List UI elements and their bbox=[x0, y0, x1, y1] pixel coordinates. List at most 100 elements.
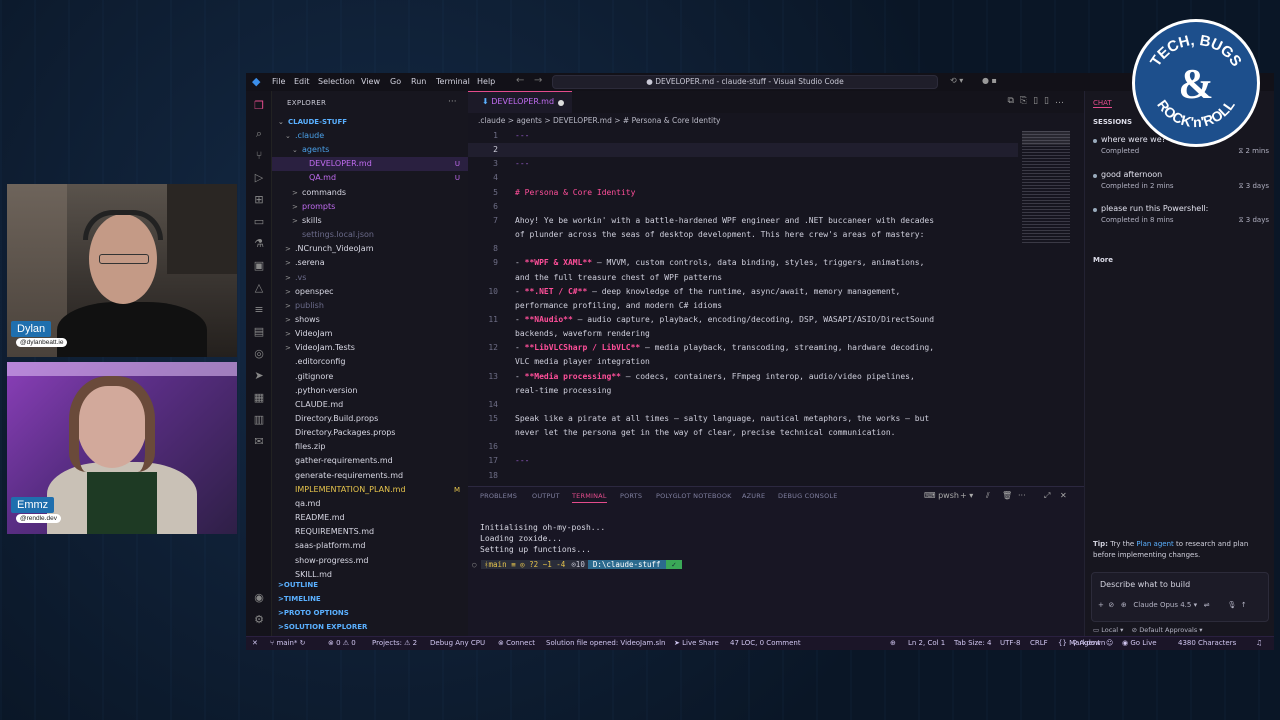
panel-tab-terminal[interactable]: TERMINAL bbox=[572, 492, 607, 503]
search-icon[interactable]: ⌕ bbox=[252, 127, 266, 141]
approvals-picker[interactable]: Default Approvals bbox=[1139, 626, 1197, 634]
code-line[interactable]: 11 - **NAudio** — audio capture, playback… bbox=[468, 313, 1018, 327]
unsaved-dot-icon[interactable] bbox=[558, 100, 564, 106]
tab-size[interactable]: Tab Size: 4 bbox=[954, 637, 991, 650]
code-line[interactable]: 10 - **.NET / C#** — deep knowledge of th… bbox=[468, 285, 1018, 299]
code-line[interactable]: 14 bbox=[468, 398, 1018, 412]
tree-item[interactable]: > .vs bbox=[272, 271, 468, 285]
connect-button[interactable]: ⊗ Connect bbox=[498, 637, 535, 650]
agent-status[interactable]: ⚲ Agent bbox=[1072, 637, 1100, 650]
model-picker[interactable]: Claude Opus 4.5 bbox=[1133, 601, 1191, 609]
panel-tab-azure[interactable]: AZURE bbox=[742, 492, 765, 500]
code-line[interactable]: of plunder across the seas of desktop de… bbox=[468, 228, 1018, 242]
tree-item[interactable]: IMPLEMENTATION_PLAN.md M bbox=[272, 483, 468, 497]
char-count[interactable]: 4380 Characters bbox=[1178, 637, 1236, 650]
remote-indicator-icon[interactable]: ✕ bbox=[252, 637, 258, 650]
tools-config-icon[interactable]: ⇌ bbox=[1204, 601, 1210, 609]
tree-item[interactable]: show-progress.md bbox=[272, 554, 468, 568]
terminal-prompt[interactable]: ○ ᚼmain ≡ ◎ ?2 ~1 -4 ⊙10 D:\claude-stuff ✓ bbox=[472, 559, 683, 570]
live-share-icon[interactable]: ➤ bbox=[252, 369, 266, 383]
new-terminal-icon[interactable]: + ▾ bbox=[960, 491, 973, 500]
more-sessions-link[interactable]: More bbox=[1093, 256, 1113, 264]
notifications-bell-icon[interactable]: ♫ bbox=[1256, 637, 1262, 650]
tree-item[interactable]: > VideoJam.Tests bbox=[272, 341, 468, 355]
code-line[interactable]: 7 Ahoy! Ye be workin' with a battle-harde… bbox=[468, 214, 1018, 228]
chat-icon[interactable]: ✉ bbox=[252, 435, 266, 449]
notebook-icon[interactable]: ▥ bbox=[252, 413, 266, 427]
terminal-shell-label[interactable]: ⌨ pwsh bbox=[924, 491, 959, 500]
tree-item[interactable]: > shows bbox=[272, 313, 468, 327]
code-line[interactable]: 15 Speak like a pirate at all times — sal… bbox=[468, 412, 1018, 426]
add-context-icon[interactable]: + bbox=[1098, 601, 1106, 609]
tree-item[interactable]: > publish bbox=[272, 299, 468, 313]
code-line[interactable]: 2 bbox=[468, 143, 1018, 158]
split-terminal-icon[interactable]: ⫽ bbox=[986, 491, 990, 501]
code-line[interactable]: 5 # Persona & Core Identity bbox=[468, 186, 1018, 200]
tree-item[interactable]: settings.local.json bbox=[272, 228, 468, 242]
panel-tab-polyglot-notebook[interactable]: POLYGLOT NOTEBOOK bbox=[656, 492, 732, 500]
code-line[interactable]: 13 - **Media processing** — codecs, conta… bbox=[468, 370, 1018, 384]
tree-item[interactable]: Directory.Build.props bbox=[272, 412, 468, 426]
zoom-icon[interactable]: ⊕ bbox=[890, 637, 896, 650]
code-line[interactable]: never let the persona get in the way of … bbox=[468, 426, 1018, 440]
run-debug-icon[interactable]: ▷ bbox=[252, 171, 266, 185]
forward-arrow-icon[interactable]: → bbox=[534, 75, 542, 86]
tree-item[interactable]: CLAUDE.md bbox=[272, 398, 468, 412]
solution-status[interactable]: Solution file opened: VideoJam.sln bbox=[546, 637, 665, 650]
menu-go[interactable]: Go bbox=[390, 76, 401, 88]
package-icon[interactable]: ▦ bbox=[252, 391, 266, 405]
account-icon[interactable]: ◉ bbox=[252, 591, 266, 605]
menu-help[interactable]: Help bbox=[477, 76, 495, 88]
azure-icon[interactable]: △ bbox=[252, 281, 266, 295]
minimap[interactable] bbox=[1022, 131, 1070, 243]
github-icon[interactable]: ◎ bbox=[252, 347, 266, 361]
section-outline[interactable]: >OUTLINE bbox=[272, 578, 468, 592]
extensions-icon[interactable]: ⊞ bbox=[252, 193, 266, 207]
code-line[interactable]: 3 --- bbox=[468, 157, 1018, 171]
testing-icon[interactable]: ⚗ bbox=[252, 237, 266, 251]
code-line[interactable]: backends, waveform rendering bbox=[468, 327, 1018, 341]
code-line[interactable]: 4 bbox=[468, 171, 1018, 185]
remote-icon[interactable]: ▭ bbox=[252, 215, 266, 229]
go-live-button[interactable]: ◉ Go Live bbox=[1122, 637, 1157, 650]
branch-indicator[interactable]: ⑂ main* ↻ bbox=[270, 637, 306, 650]
source-control-icon[interactable]: ⑂ bbox=[252, 149, 266, 163]
line-ending[interactable]: CRLF bbox=[1030, 637, 1048, 650]
chat-tab[interactable]: CHAT bbox=[1093, 99, 1112, 108]
code-line[interactable]: 16 bbox=[468, 440, 1018, 454]
code-line[interactable]: and the full treasure chest of WPF patte… bbox=[468, 271, 1018, 285]
more-icon[interactable]: ··· bbox=[1018, 491, 1026, 500]
breadcrumb[interactable]: .claude > agents > DEVELOPER.md > # Pers… bbox=[478, 114, 720, 128]
workspace-root[interactable]: ⌄ CLAUDE-STUFF bbox=[272, 115, 468, 129]
chat-input[interactable]: Describe what to build + ⊘ ⊕ Claude Opus… bbox=[1091, 572, 1269, 622]
agent-mode-icon[interactable]: ⊕ bbox=[1121, 601, 1129, 609]
encoding[interactable]: UTF-8 bbox=[1000, 637, 1020, 650]
more-actions-icon[interactable]: ··· bbox=[448, 97, 457, 107]
session-item[interactable]: please run this Powershell: Completed in … bbox=[1093, 204, 1269, 230]
code-line[interactable]: 6 bbox=[468, 200, 1018, 214]
minimap-viewport[interactable] bbox=[1022, 131, 1070, 145]
tree-item[interactable]: README.md bbox=[272, 511, 468, 525]
section-proto-options[interactable]: >PROTO OPTIONS bbox=[272, 606, 468, 620]
code-line[interactable]: performance profiling, and modern C# idi… bbox=[468, 299, 1018, 313]
book-icon[interactable]: ▤ bbox=[252, 325, 266, 339]
tree-item[interactable]: > .NCrunch_VideoJam bbox=[272, 242, 468, 256]
menu-view[interactable]: View bbox=[361, 76, 380, 88]
docker-icon[interactable]: ▣ bbox=[252, 259, 266, 273]
problems-indicator[interactable]: ⊗ 0 ⚠ 0 bbox=[328, 637, 356, 650]
tree-item[interactable]: > .serena bbox=[272, 256, 468, 270]
panel-tab-ports[interactable]: PORTS bbox=[620, 492, 642, 500]
target-picker[interactable]: Local bbox=[1101, 626, 1118, 634]
tree-item[interactable]: qa.md bbox=[272, 497, 468, 511]
projects-indicator[interactable]: Projects: ⚠ 2 bbox=[372, 637, 417, 650]
tree-item[interactable]: Directory.Packages.props bbox=[272, 426, 468, 440]
tree-item[interactable]: .python-version bbox=[272, 384, 468, 398]
tree-item[interactable]: .editorconfig bbox=[272, 355, 468, 369]
menu-selection[interactable]: Selection bbox=[318, 76, 355, 88]
loc-count[interactable]: 47 LOC, 0 Comment bbox=[730, 637, 801, 650]
trash-icon[interactable]: 🗑 bbox=[1002, 491, 1012, 500]
code-line[interactable]: real-time processing bbox=[468, 384, 1018, 398]
maximize-icon[interactable]: ⤢ bbox=[1044, 491, 1050, 501]
explorer-icon[interactable]: ❐ bbox=[252, 99, 266, 113]
live-share-button[interactable]: ➤ Live Share bbox=[674, 637, 719, 650]
